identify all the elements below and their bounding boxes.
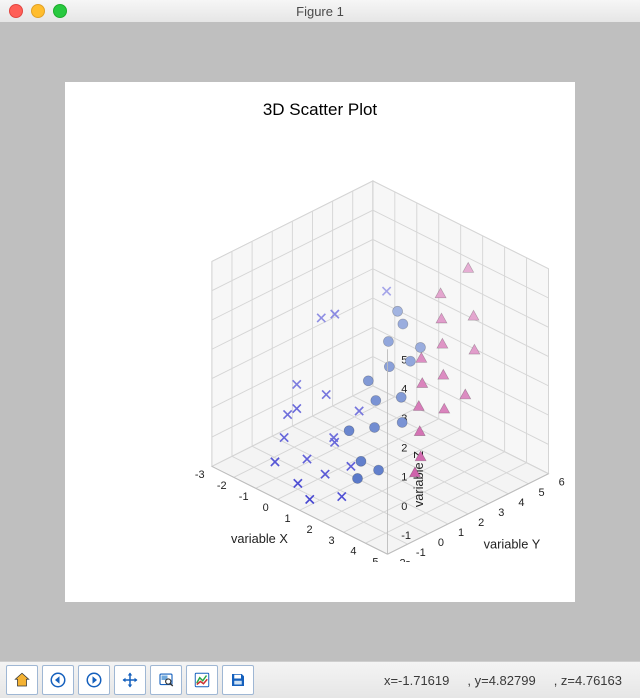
subplots-icon [193,671,211,689]
svg-text:1: 1 [458,527,464,539]
svg-text:3: 3 [328,535,334,547]
figure: 3D Scatter Plot -3 -2 -1 0 1 2 3 4 5 -2 -1 0 1 2 3 4 5 6 -… [65,82,575,602]
move-icon [121,671,139,689]
back-button[interactable] [42,665,74,695]
svg-text:1: 1 [401,472,407,484]
save-icon [229,671,247,689]
status-z: , z=4.76163 [554,673,622,688]
svg-text:-2: -2 [217,480,227,492]
svg-text:5: 5 [372,557,378,562]
svg-text:2: 2 [401,442,407,454]
svg-text:5: 5 [539,487,545,499]
svg-text:4: 4 [518,497,524,509]
svg-text:6: 6 [559,477,565,489]
svg-text:-1: -1 [401,530,411,542]
home-icon [13,671,31,689]
svg-text:-1: -1 [416,547,426,559]
svg-text:0: 0 [438,537,444,549]
svg-text:-3: -3 [195,469,205,481]
save-button[interactable] [222,665,254,695]
svg-text:2: 2 [478,517,484,529]
titlebar: Figure 1 [0,0,640,23]
subplots-button[interactable] [186,665,218,695]
status-x: x=-1.71619 [384,673,449,688]
status-y: , y=4.82799 [467,673,535,688]
pan-button[interactable] [114,665,146,695]
zoom-icon [157,671,175,689]
canvas-area[interactable]: 3D Scatter Plot -3 -2 -1 0 1 2 3 4 5 -2 -1 0 1 2 3 4 5 6 -… [0,22,640,662]
svg-text:-1: -1 [239,491,249,503]
chart-svg: -3-2-1012345-2-10123456-2-1012345variabl… [135,142,565,562]
svg-text:0: 0 [401,501,407,513]
svg-text:3: 3 [498,507,504,519]
chart-title: 3D Scatter Plot [65,100,575,120]
window: Figure 1 3D Scatter Plot -3-2-1012345-2-… [0,0,640,698]
svg-text:variable X: variable X [231,531,288,546]
svg-text:1: 1 [285,513,291,525]
status-coords: x=-1.71619 , y=4.82799 , z=4.76163 [384,673,622,688]
toolbar: x=-1.71619 , y=4.82799 , z=4.76163 [0,661,640,698]
forward-button[interactable] [78,665,110,695]
arrow-right-icon [85,671,103,689]
home-button[interactable] [6,665,38,695]
svg-text:2: 2 [307,524,313,536]
svg-text:-2: -2 [401,559,411,562]
arrow-left-icon [49,671,67,689]
svg-text:4: 4 [350,546,356,558]
window-title: Figure 1 [0,4,640,19]
svg-text:variable Y: variable Y [484,537,541,552]
zoom-button[interactable] [150,665,182,695]
svg-text:0: 0 [263,502,269,514]
scatter-3d-plot: -3-2-1012345-2-10123456-2-1012345variabl… [135,142,565,562]
